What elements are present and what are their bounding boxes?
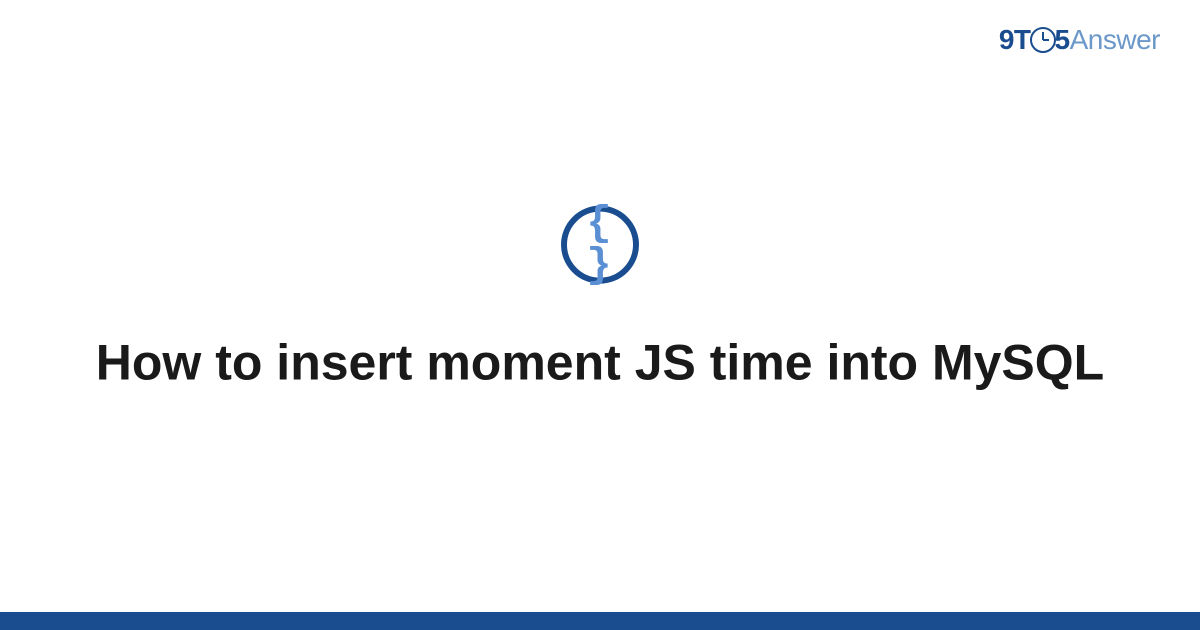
clock-icon — [1030, 27, 1056, 53]
main-content: { } How to insert moment JS time into My… — [0, 206, 1200, 394]
footer-accent-bar — [0, 612, 1200, 630]
code-braces-icon: { } — [567, 203, 633, 287]
article-title: How to insert moment JS time into MySQL — [0, 332, 1200, 395]
logo-text-5: 5 — [1055, 24, 1070, 55]
logo-text-answer: Answer — [1070, 24, 1160, 55]
category-badge: { } — [561, 206, 639, 284]
logo-text-9t: 9T — [999, 24, 1031, 55]
site-logo: 9T 5Answer — [999, 24, 1160, 56]
